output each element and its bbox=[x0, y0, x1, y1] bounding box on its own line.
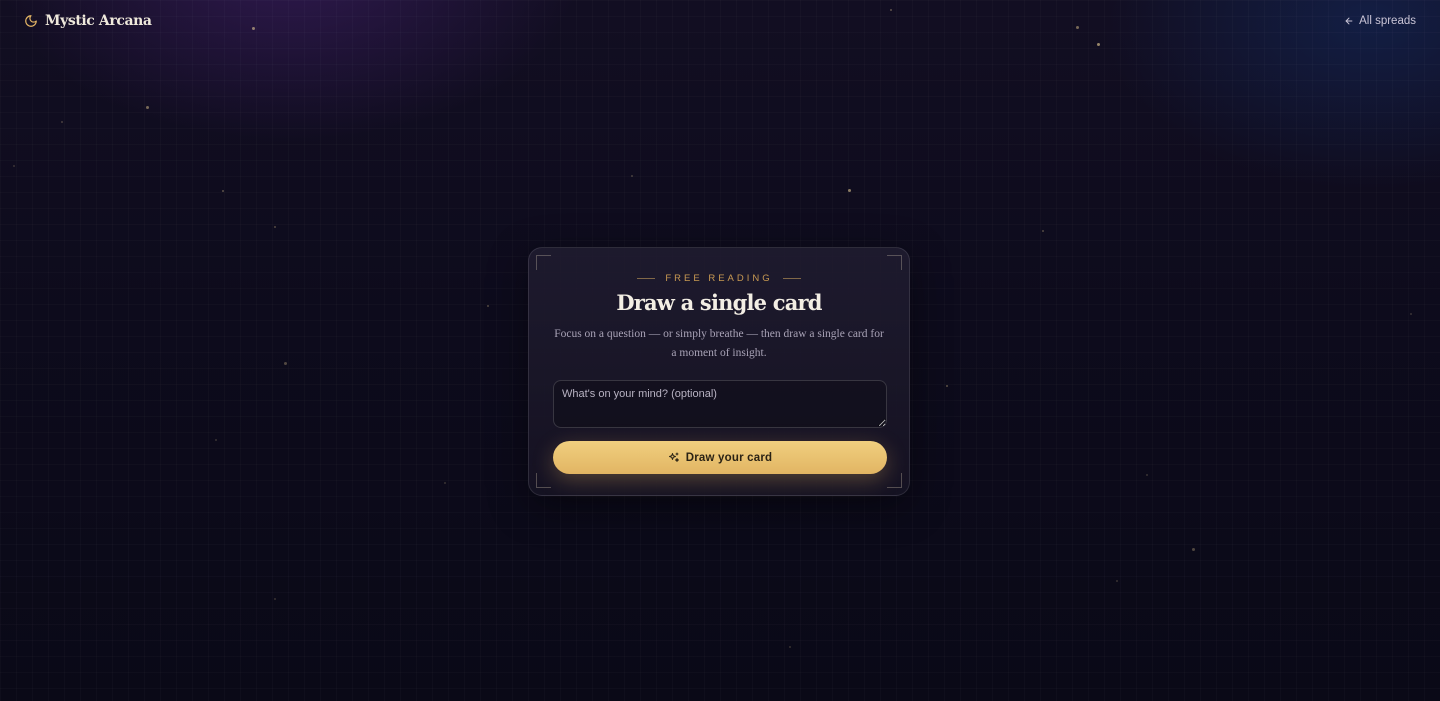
star bbox=[222, 190, 224, 192]
star bbox=[789, 646, 791, 648]
star bbox=[848, 189, 851, 192]
star bbox=[146, 106, 149, 109]
page-description: Focus on a question — or simply breathe … bbox=[554, 328, 884, 359]
star bbox=[13, 165, 15, 167]
star bbox=[1410, 313, 1412, 315]
eyebrow-label: FREE READING bbox=[665, 273, 773, 284]
star bbox=[274, 226, 276, 228]
eyebrow: FREE READING bbox=[529, 273, 909, 284]
brand[interactable]: Mystic Arcana bbox=[24, 13, 152, 29]
star bbox=[1042, 230, 1044, 232]
reading-card: FREE READING Draw a single card Focus on… bbox=[528, 247, 910, 496]
all-spreads-link[interactable]: All spreads bbox=[1344, 15, 1416, 27]
star bbox=[444, 482, 446, 484]
question-input[interactable] bbox=[553, 380, 887, 428]
star bbox=[284, 362, 287, 365]
star bbox=[61, 121, 63, 123]
brand-name: Mystic Arcana bbox=[45, 13, 152, 29]
page-title: Draw a single card bbox=[616, 290, 822, 315]
draw-card-label: Draw your card bbox=[685, 451, 773, 464]
star bbox=[946, 385, 948, 387]
star bbox=[1192, 548, 1195, 551]
top-bar: Mystic Arcana All spreads bbox=[0, 0, 1440, 44]
star bbox=[215, 439, 217, 441]
arrow-left-icon bbox=[1345, 17, 1353, 25]
eyebrow-divider bbox=[637, 278, 656, 279]
star bbox=[1116, 580, 1118, 582]
draw-card-button[interactable]: Draw your card bbox=[553, 441, 887, 474]
crescent-moon-icon bbox=[25, 15, 37, 27]
card-corner-ornament bbox=[887, 473, 902, 488]
star bbox=[487, 305, 489, 307]
card-corner-ornament bbox=[887, 255, 902, 270]
card-corner-ornament bbox=[536, 473, 551, 488]
star bbox=[1146, 474, 1148, 476]
sparkles-icon bbox=[668, 452, 679, 462]
star bbox=[631, 175, 633, 177]
all-spreads-label: All spreads bbox=[1359, 15, 1416, 27]
card-corner-ornament bbox=[536, 255, 551, 270]
star bbox=[274, 598, 276, 600]
eyebrow-divider bbox=[782, 278, 801, 279]
